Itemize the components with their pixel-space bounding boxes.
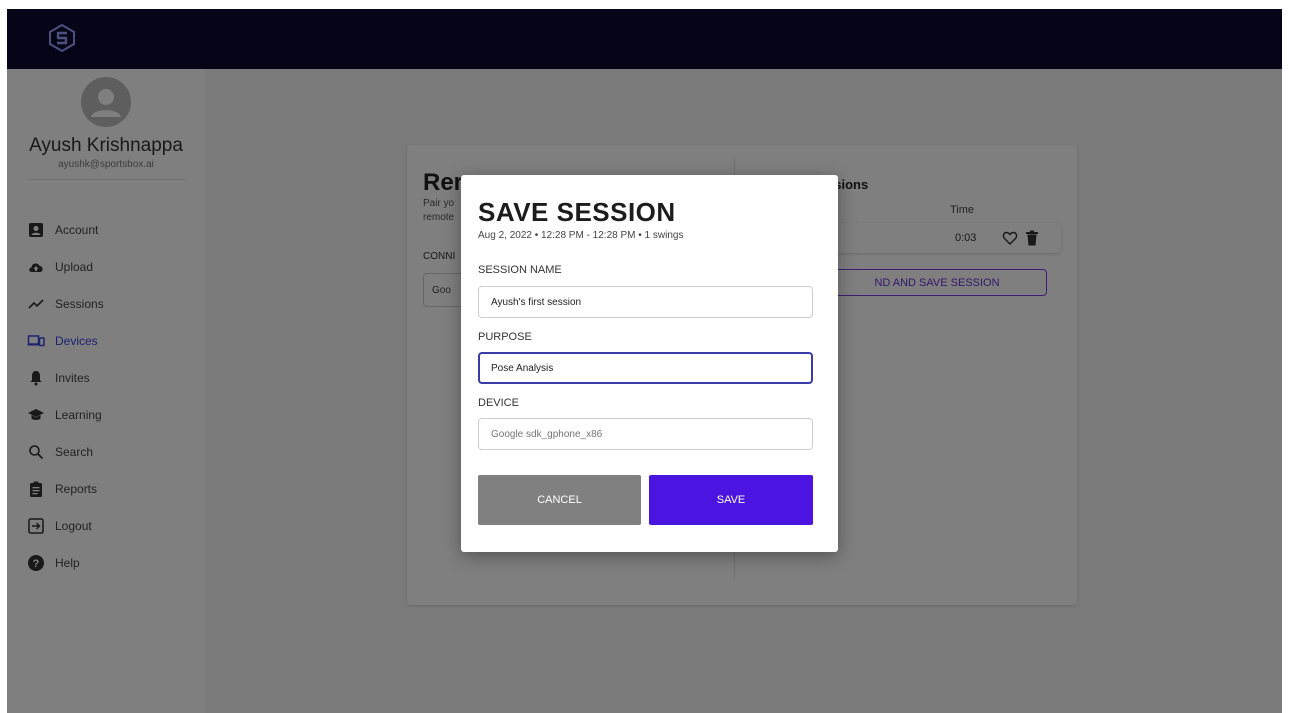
purpose-label: PURPOSE bbox=[478, 331, 532, 343]
save-button[interactable]: SAVE bbox=[649, 475, 813, 525]
purpose-input[interactable] bbox=[478, 352, 813, 384]
cancel-button[interactable]: CANCEL bbox=[478, 475, 641, 525]
save-session-dialog: SAVE SESSION Aug 2, 2022 • 12:28 PM - 12… bbox=[461, 175, 838, 552]
session-name-label: SESSION NAME bbox=[478, 264, 562, 276]
device-input[interactable] bbox=[478, 418, 813, 450]
dialog-title: SAVE SESSION bbox=[478, 197, 676, 227]
session-summary: Aug 2, 2022 • 12:28 PM - 12:28 PM • 1 sw… bbox=[478, 230, 684, 241]
device-label: DEVICE bbox=[478, 397, 519, 409]
session-name-input[interactable] bbox=[478, 286, 813, 318]
